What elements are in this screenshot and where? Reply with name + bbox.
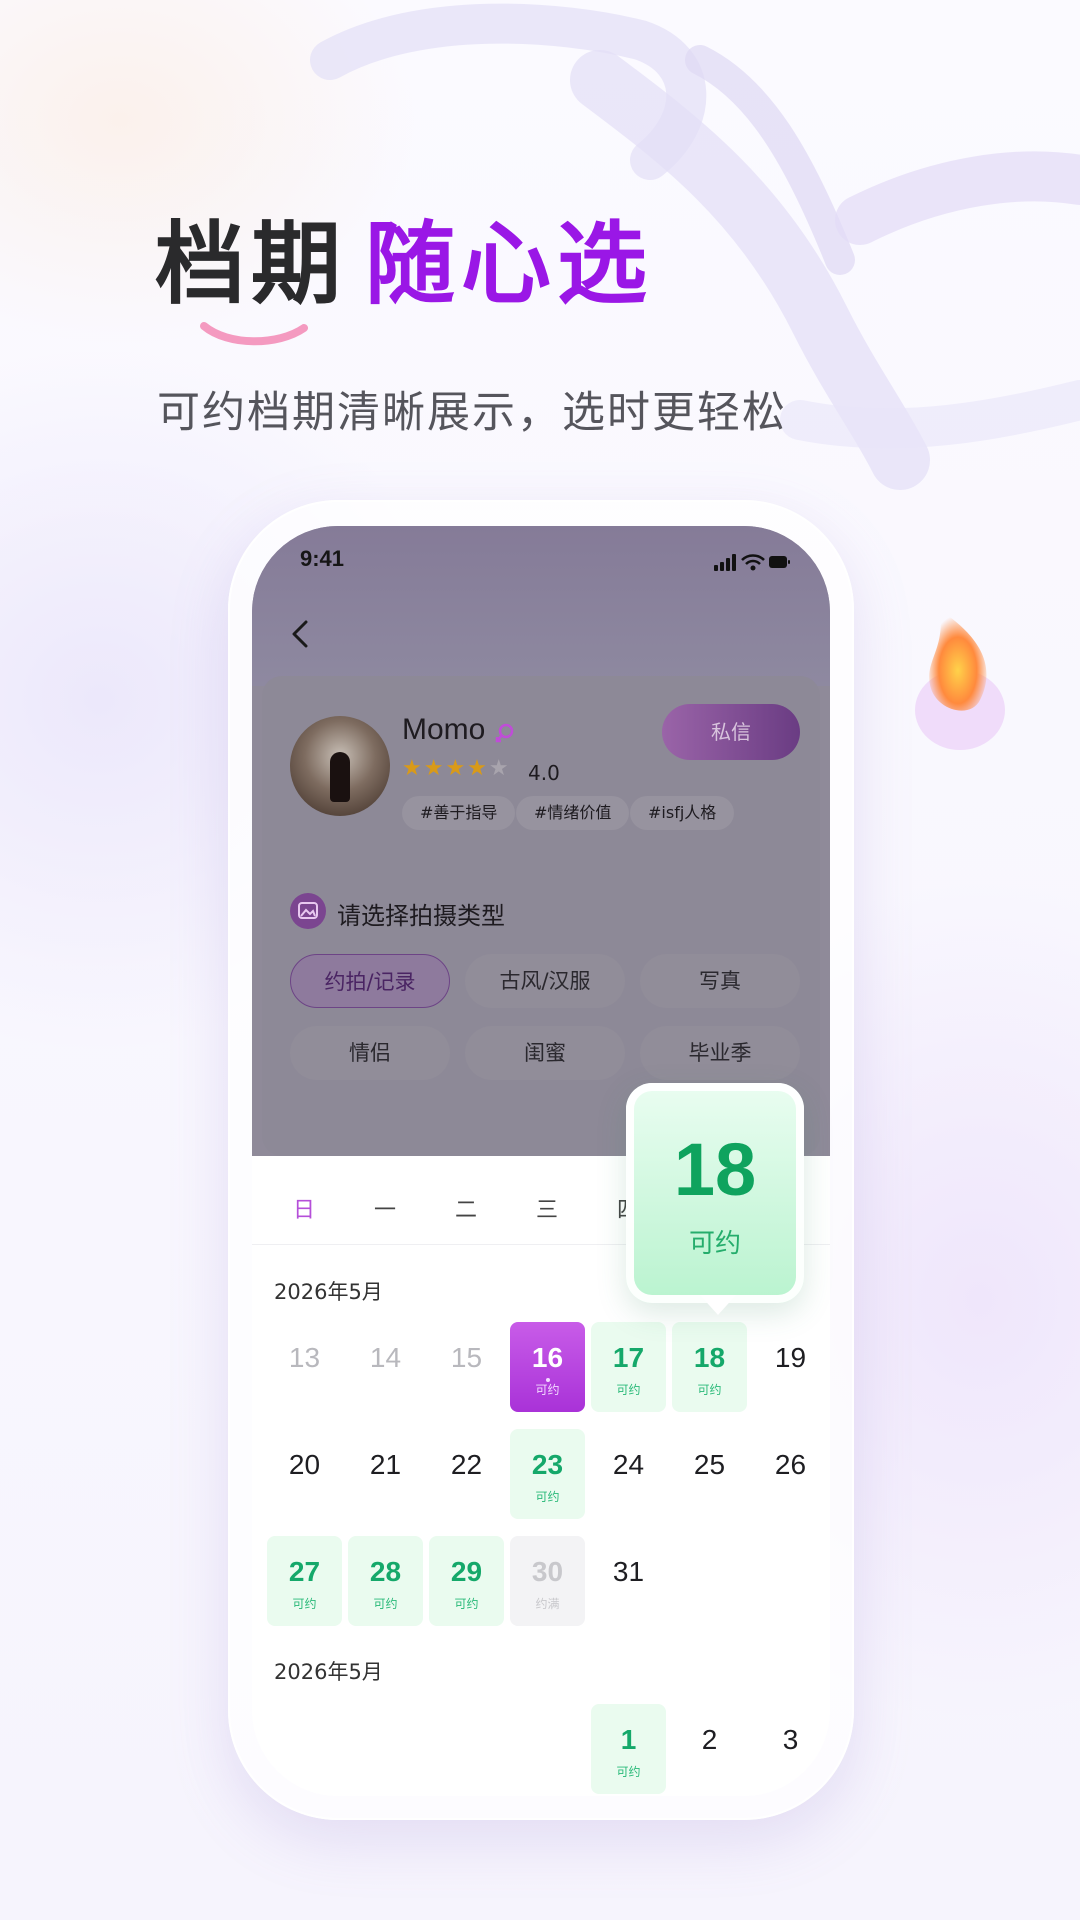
status-bar: 9:41 [252,546,830,586]
weekday-label: 一 [373,1198,396,1223]
day-status: 可约 [616,1765,641,1779]
shoot-type-chip[interactable]: 情侣 [290,1026,450,1080]
shoot-type-chip-selected[interactable]: 约拍/记录 [290,954,450,1008]
day-number: 15 [450,1342,483,1373]
day-number: 2 [701,1724,718,1755]
calendar-day[interactable]: 31 [591,1536,666,1626]
calendar-day[interactable]: 20 [267,1429,342,1519]
day-number: 17 [612,1342,645,1373]
profile-tag: #isfj人格 [630,796,735,830]
weekday-label: 日 [292,1198,315,1223]
popup-day-status: 可约 [688,1229,741,1259]
month-label: 2026年5月 [274,1280,383,1304]
day-number: 30 [531,1556,564,1587]
calendar-day[interactable]: 19 [753,1322,828,1412]
calendar-day-available[interactable]: 29 可约 [429,1536,504,1626]
weekday-label: 二 [454,1198,477,1223]
day-number: 31 [612,1556,645,1587]
page-headline: 档期 随心选 [155,220,653,330]
photographer-name: Momo [402,713,486,746]
day-status: 可约 [292,1597,317,1611]
day-status: 可约 [697,1383,722,1397]
day-number: 29 [450,1556,483,1587]
date-magnifier-popup: 18 可约 [626,1083,804,1303]
day-number: 25 [693,1449,726,1480]
weekday-label: 三 [535,1198,558,1223]
status-icons [714,554,790,571]
calendar-day[interactable]: 22 [429,1429,504,1519]
calendar-day: 15 [429,1322,504,1412]
headline-underline-decoration [200,322,308,346]
day-number: 20 [288,1449,321,1480]
day-number: 26 [774,1449,807,1480]
calendar-day[interactable]: 21 [348,1429,423,1519]
day-status: 可约 [454,1597,479,1611]
calendar-day-available[interactable]: 23 可约 [510,1429,585,1519]
day-status: 可约 [535,1490,560,1504]
shoot-type-chip[interactable]: 毕业季 [640,1026,800,1080]
calendar-day[interactable]: 24 [591,1429,666,1519]
calendar-day-available[interactable]: 1 可约 [591,1704,666,1794]
star-rating: ★★★★★ [402,756,511,781]
day-number: 22 [450,1449,483,1480]
popup-pointer [700,1295,736,1315]
day-status: 可约 [616,1383,641,1397]
day-number: 19 [774,1342,807,1373]
day-number: 1 [620,1724,637,1755]
calendar-day-selected[interactable]: 16 可约 [510,1322,585,1412]
day-status: 约满 [535,1597,560,1611]
calendar-day-available[interactable]: 27 可约 [267,1536,342,1626]
day-number: 27 [288,1556,321,1587]
calendar-day-available[interactable]: 17 可约 [591,1322,666,1412]
popup-day-number: 18 [673,1128,757,1211]
shoot-type-chip[interactable]: 写真 [640,954,800,1008]
headline-purple-part: 随心选 [365,212,653,317]
day-status: 可约 [535,1383,560,1397]
day-number: 14 [369,1342,402,1373]
calendar-day-available[interactable]: 28 可约 [348,1536,423,1626]
calendar-day: 14 [348,1322,423,1412]
day-number: 24 [612,1449,645,1480]
shoot-type-chip[interactable]: 古风/汉服 [465,954,625,1008]
calendar-day-available[interactable]: 18 可约 [672,1322,747,1412]
back-arrow-icon[interactable] [282,614,322,654]
today-dot [545,1378,550,1382]
profile-tag: #情绪价值 [516,796,630,830]
shoot-type-chip[interactable]: 闺蜜 [465,1026,625,1080]
rating-value: 4.0 [528,761,560,785]
page-subtitle: 可约档期清晰展示，选时更轻松 [157,388,787,438]
month-label: 2026年5月 [274,1660,383,1684]
wifi-icon [741,554,765,571]
calendar-day-full: 30 约满 [510,1536,585,1626]
calendar-day: 13 [267,1322,342,1412]
shoot-type-title: 请选择拍摄类型 [337,902,505,930]
photo-type-icon [290,893,326,929]
calendar-day[interactable]: 2 [672,1704,747,1794]
day-number: 18 [693,1342,726,1373]
day-number: 23 [531,1449,564,1480]
status-time: 9:41 [300,546,345,571]
calendar-day[interactable]: 3 [753,1704,828,1794]
calendar-day[interactable]: 26 [753,1429,828,1519]
profile-tag: #善于指导 [402,796,516,830]
avatar[interactable] [290,716,390,816]
day-number: 13 [288,1342,321,1373]
signal-icon [714,554,736,571]
flame-decoration-icon [915,610,1005,750]
gender-icon [495,723,514,743]
calendar-day[interactable]: 25 [672,1429,747,1519]
day-number: 3 [782,1724,799,1755]
headline-dark-part: 档期 [155,212,347,317]
day-number: 21 [369,1449,402,1480]
day-number: 16 [531,1342,564,1373]
day-number: 28 [369,1556,402,1587]
day-status: 可约 [373,1597,398,1611]
private-message-button[interactable]: 私信 [662,704,800,760]
battery-icon [769,556,790,568]
